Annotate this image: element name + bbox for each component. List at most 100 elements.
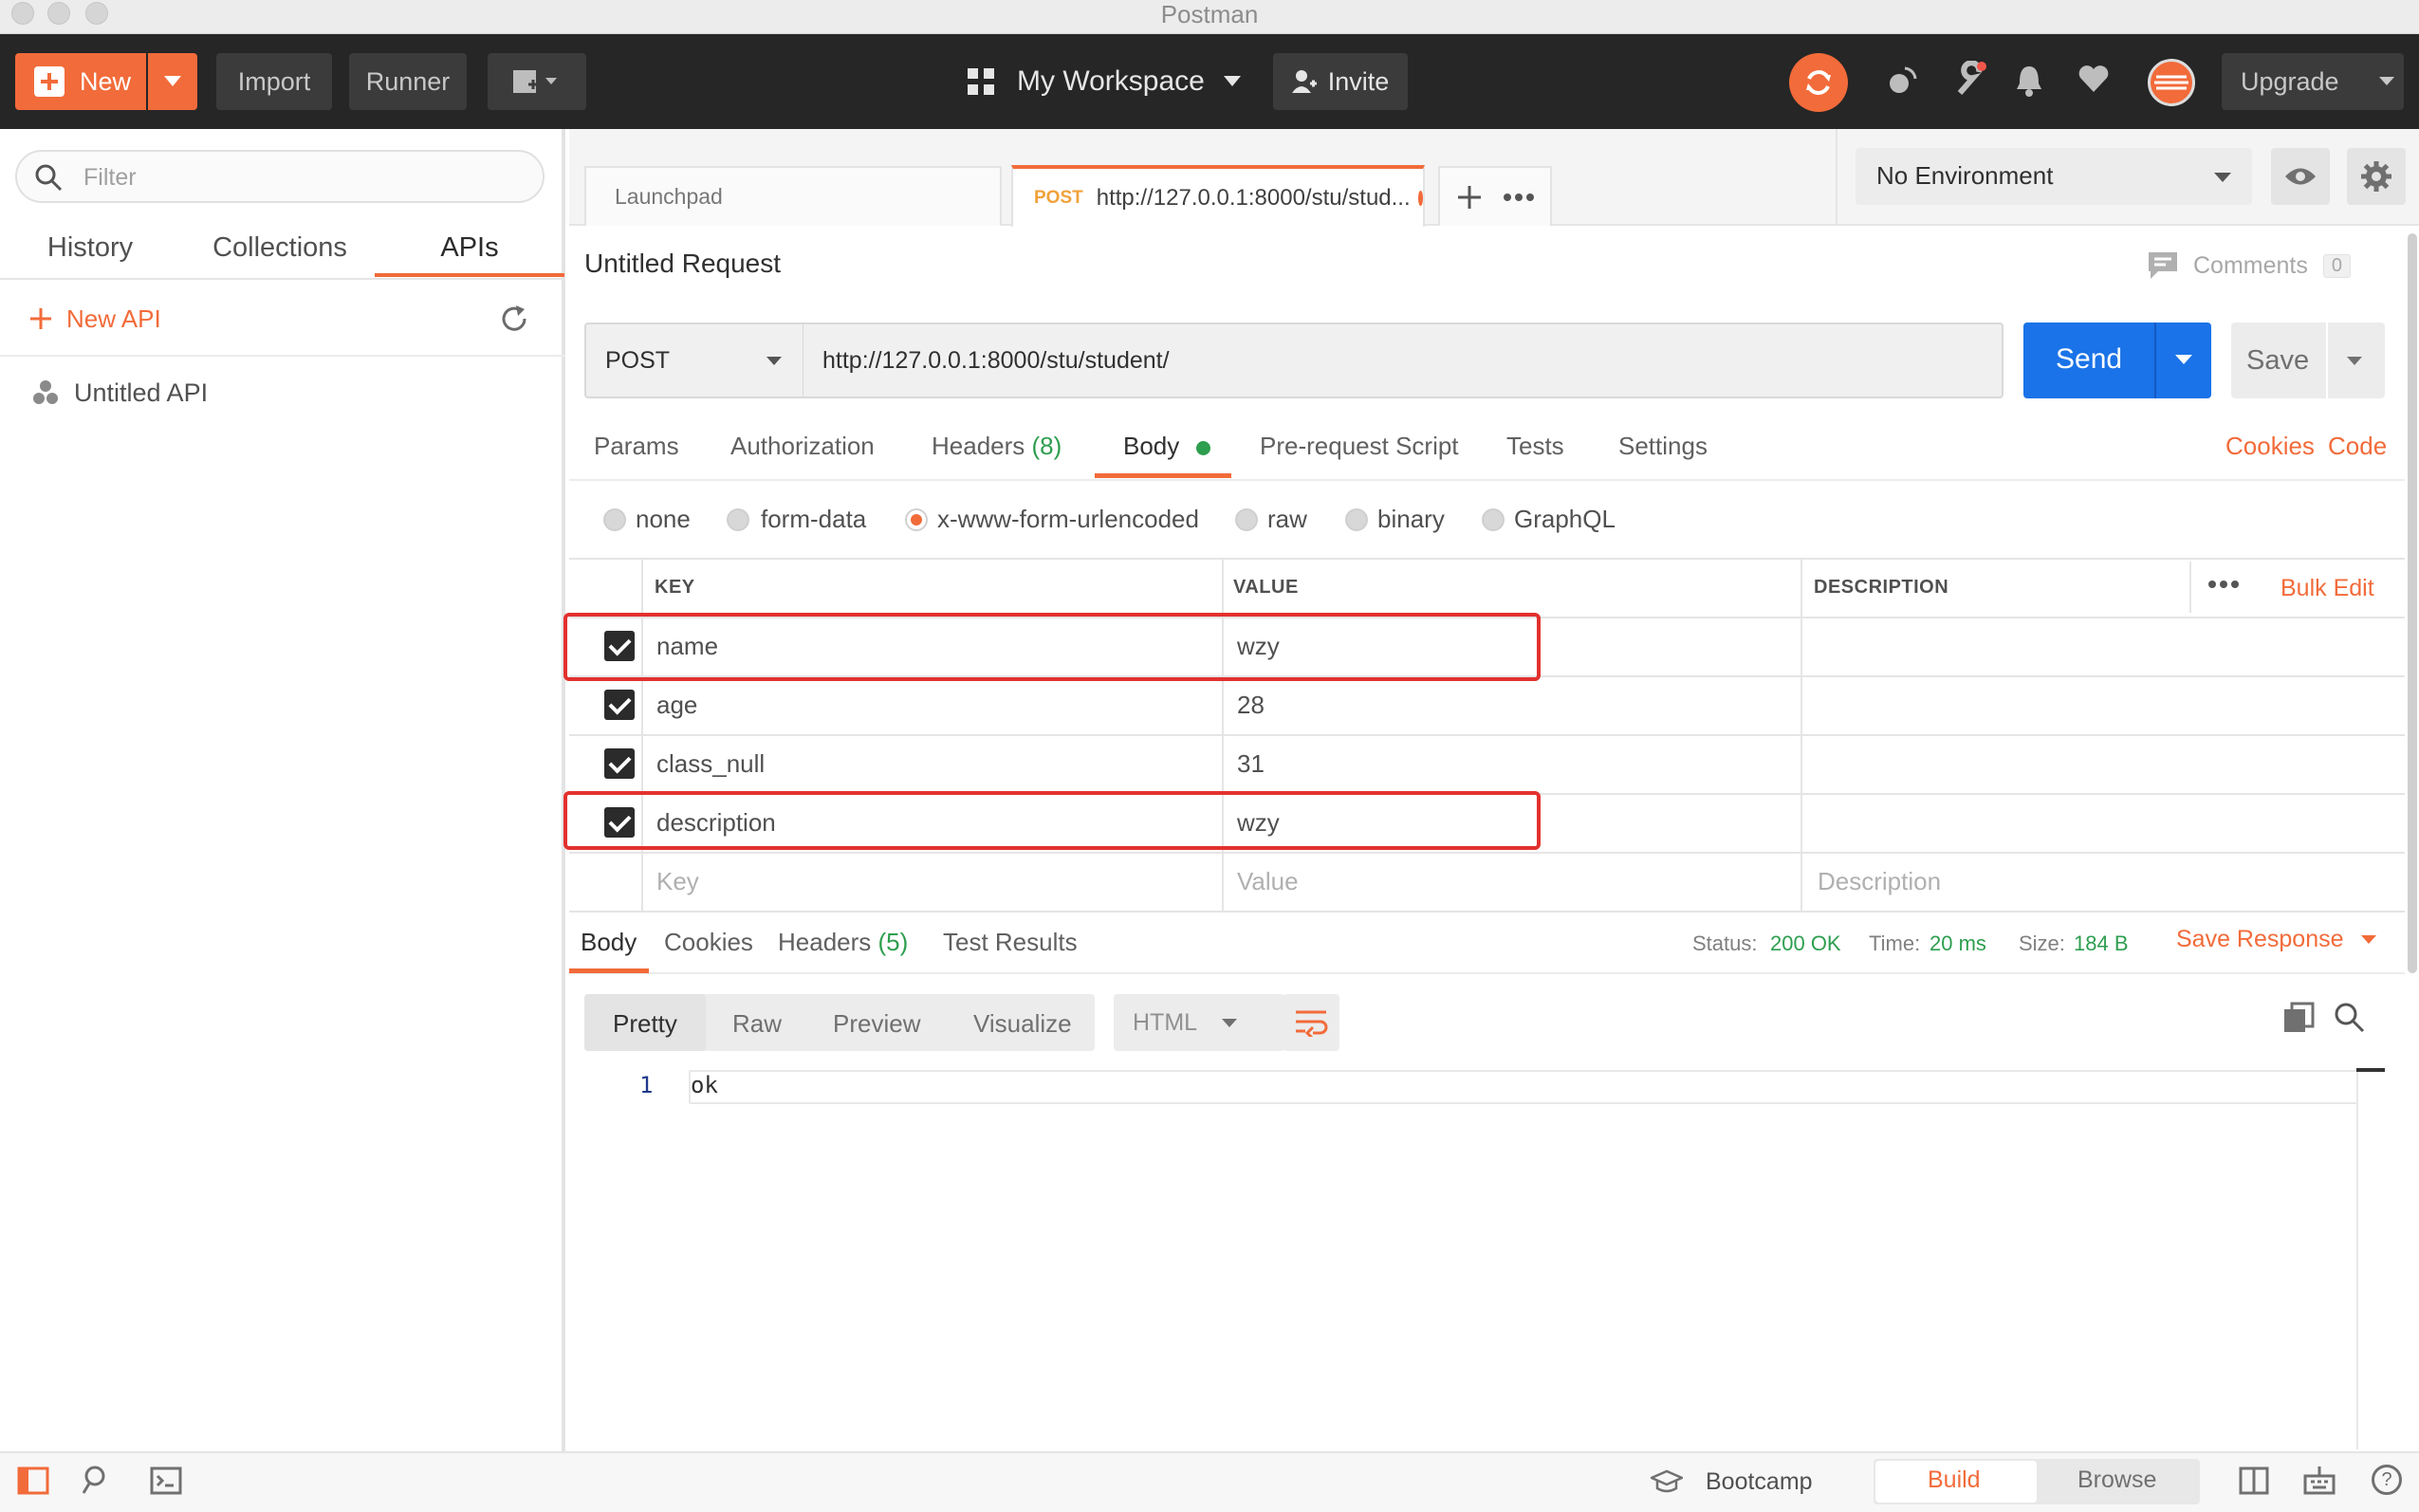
- runner-button[interactable]: Runner: [349, 53, 467, 110]
- tab-collections[interactable]: Collections: [199, 232, 360, 278]
- copy-icon[interactable]: [2282, 1002, 2315, 1041]
- response-tab-test-results[interactable]: Test Results: [943, 928, 1078, 957]
- more-icon[interactable]: [1504, 193, 1534, 201]
- graduation-cap-icon: [1651, 1469, 1683, 1493]
- two-pane-view-icon[interactable]: [2239, 1466, 2269, 1502]
- new-api-button[interactable]: New API: [28, 300, 161, 338]
- save-button[interactable]: Save: [2231, 323, 2385, 398]
- invite-button[interactable]: Invite: [1273, 53, 1408, 110]
- cookies-link[interactable]: Cookies: [2225, 432, 2315, 470]
- plus-icon[interactable]: [1456, 184, 1483, 211]
- tab-apis[interactable]: APIs: [375, 232, 564, 278]
- radio-graphql[interactable]: [1482, 508, 1505, 531]
- tab-headers-label: Headers: [932, 432, 1025, 460]
- row-checkbox[interactable]: [604, 690, 635, 720]
- avatar[interactable]: [2148, 59, 2195, 106]
- radio-raw[interactable]: [1235, 508, 1258, 531]
- request-title[interactable]: Untitled Request: [584, 249, 781, 279]
- more-icon[interactable]: [2208, 581, 2239, 588]
- response-tab-body[interactable]: Body: [581, 928, 637, 957]
- environment-quick-look-button[interactable]: [2271, 148, 2330, 205]
- send-divider: [2154, 323, 2156, 398]
- radio-form-data[interactable]: [727, 508, 749, 531]
- wrench-icon[interactable]: [1954, 60, 1988, 103]
- main-scrollbar-thumb[interactable]: [2408, 233, 2417, 973]
- method-select[interactable]: POST: [584, 323, 804, 398]
- tab-authorization[interactable]: Authorization: [730, 432, 875, 470]
- tab-pre-request-script[interactable]: Pre-request Script: [1260, 432, 1459, 470]
- workspace-selector[interactable]: My Workspace: [966, 53, 1241, 110]
- find-replace-icon[interactable]: [82, 1465, 112, 1503]
- new-key-input[interactable]: Key: [656, 867, 699, 896]
- tab-launchpad[interactable]: Launchpad: [584, 166, 1002, 226]
- caret-down-icon[interactable]: [2175, 355, 2192, 365]
- wrap-lines-button[interactable]: [1283, 994, 1339, 1051]
- send-button[interactable]: Send: [2023, 323, 2211, 398]
- unsaved-dot: [1417, 190, 1423, 206]
- settings-button[interactable]: [2347, 148, 2406, 205]
- filter-input[interactable]: Filter: [15, 150, 545, 203]
- radio-x-www-form-urlencoded[interactable]: [905, 508, 928, 531]
- new-dropdown-button[interactable]: [148, 53, 197, 110]
- save-response-button[interactable]: Save Response: [2176, 926, 2376, 953]
- new-window-button[interactable]: [488, 53, 586, 110]
- keyboard-shortcuts-icon[interactable]: [2303, 1465, 2336, 1502]
- view-preview[interactable]: Preview: [833, 1009, 920, 1039]
- radio-binary[interactable]: [1345, 508, 1368, 531]
- sidebar-item-untitled-api[interactable]: Untitled API: [32, 374, 208, 412]
- url-input[interactable]: http://127.0.0.1:8000/stu/student/: [803, 323, 2004, 398]
- response-tabs-divider: [569, 972, 2405, 974]
- environment-select[interactable]: No Environment: [1856, 148, 2252, 205]
- param-key[interactable]: age: [656, 691, 697, 720]
- status-label: Status:: [1692, 931, 1758, 955]
- refresh-icon[interactable]: [499, 304, 529, 341]
- browse-tab[interactable]: Browse: [2077, 1466, 2156, 1494]
- tab-history[interactable]: History: [19, 232, 161, 278]
- upgrade-button[interactable]: Upgrade: [2222, 53, 2404, 110]
- editor-scrollbar[interactable]: [2356, 1070, 2385, 1449]
- code-link[interactable]: Code: [2328, 432, 2387, 470]
- time-label: Time:: [1869, 931, 1921, 955]
- scrollbar-thumb[interactable]: [2356, 1068, 2385, 1072]
- new-description-input[interactable]: Description: [1818, 867, 1941, 896]
- bulk-edit-link[interactable]: Bulk Edit: [2281, 575, 2374, 602]
- comments-button[interactable]: Comments 0: [2148, 247, 2351, 285]
- view-raw[interactable]: Raw: [732, 1009, 782, 1039]
- caret-down-icon: [766, 357, 782, 365]
- satellite-icon[interactable]: [1886, 65, 1918, 103]
- response-editor[interactable]: [689, 1070, 2383, 1104]
- add-user-icon: [1291, 70, 1317, 93]
- response-tab-cookies[interactable]: Cookies: [664, 928, 753, 957]
- new-button[interactable]: New: [15, 53, 146, 110]
- tab-params[interactable]: Params: [594, 432, 679, 470]
- radio-raw-label: raw: [1267, 505, 1307, 533]
- help-icon[interactable]: ?: [2372, 1465, 2402, 1495]
- new-value-input[interactable]: Value: [1237, 867, 1299, 896]
- toggle-sidebar-icon[interactable]: [17, 1466, 49, 1502]
- tab-tests[interactable]: Tests: [1506, 432, 1564, 470]
- view-visualize[interactable]: Visualize: [973, 1009, 1072, 1039]
- tab-method: POST: [1034, 187, 1083, 208]
- import-button[interactable]: Import: [216, 53, 332, 110]
- heart-icon[interactable]: [2077, 65, 2110, 100]
- caret-down-icon[interactable]: [2347, 357, 2362, 366]
- param-value[interactable]: 28: [1237, 691, 1265, 720]
- row-checkbox[interactable]: [604, 748, 635, 779]
- view-pretty[interactable]: Pretty: [613, 1009, 677, 1039]
- param-value[interactable]: 31: [1237, 749, 1265, 779]
- radio-none[interactable]: [603, 508, 626, 531]
- format-select[interactable]: HTML: [1114, 994, 1284, 1051]
- tab-settings[interactable]: Settings: [1618, 432, 1708, 470]
- tab-untitled-request[interactable]: POST http://127.0.0.1:8000/stu/stud...: [1011, 165, 1425, 227]
- param-key[interactable]: class_null: [656, 749, 765, 779]
- console-icon[interactable]: [150, 1466, 182, 1502]
- tab-body[interactable]: Body: [1123, 432, 1210, 470]
- sync-button[interactable]: [1789, 53, 1848, 112]
- build-tab[interactable]: Build: [1928, 1466, 1981, 1494]
- bootcamp-button[interactable]: Bootcamp: [1651, 1463, 1813, 1501]
- bell-icon[interactable]: [2015, 65, 2043, 103]
- tab-label: http://127.0.0.1:8000/stu/stud...: [1096, 184, 1411, 211]
- response-tab-headers[interactable]: Headers (5): [778, 928, 908, 957]
- search-icon[interactable]: [2334, 1002, 2366, 1041]
- tab-headers[interactable]: Headers (8): [932, 432, 1062, 470]
